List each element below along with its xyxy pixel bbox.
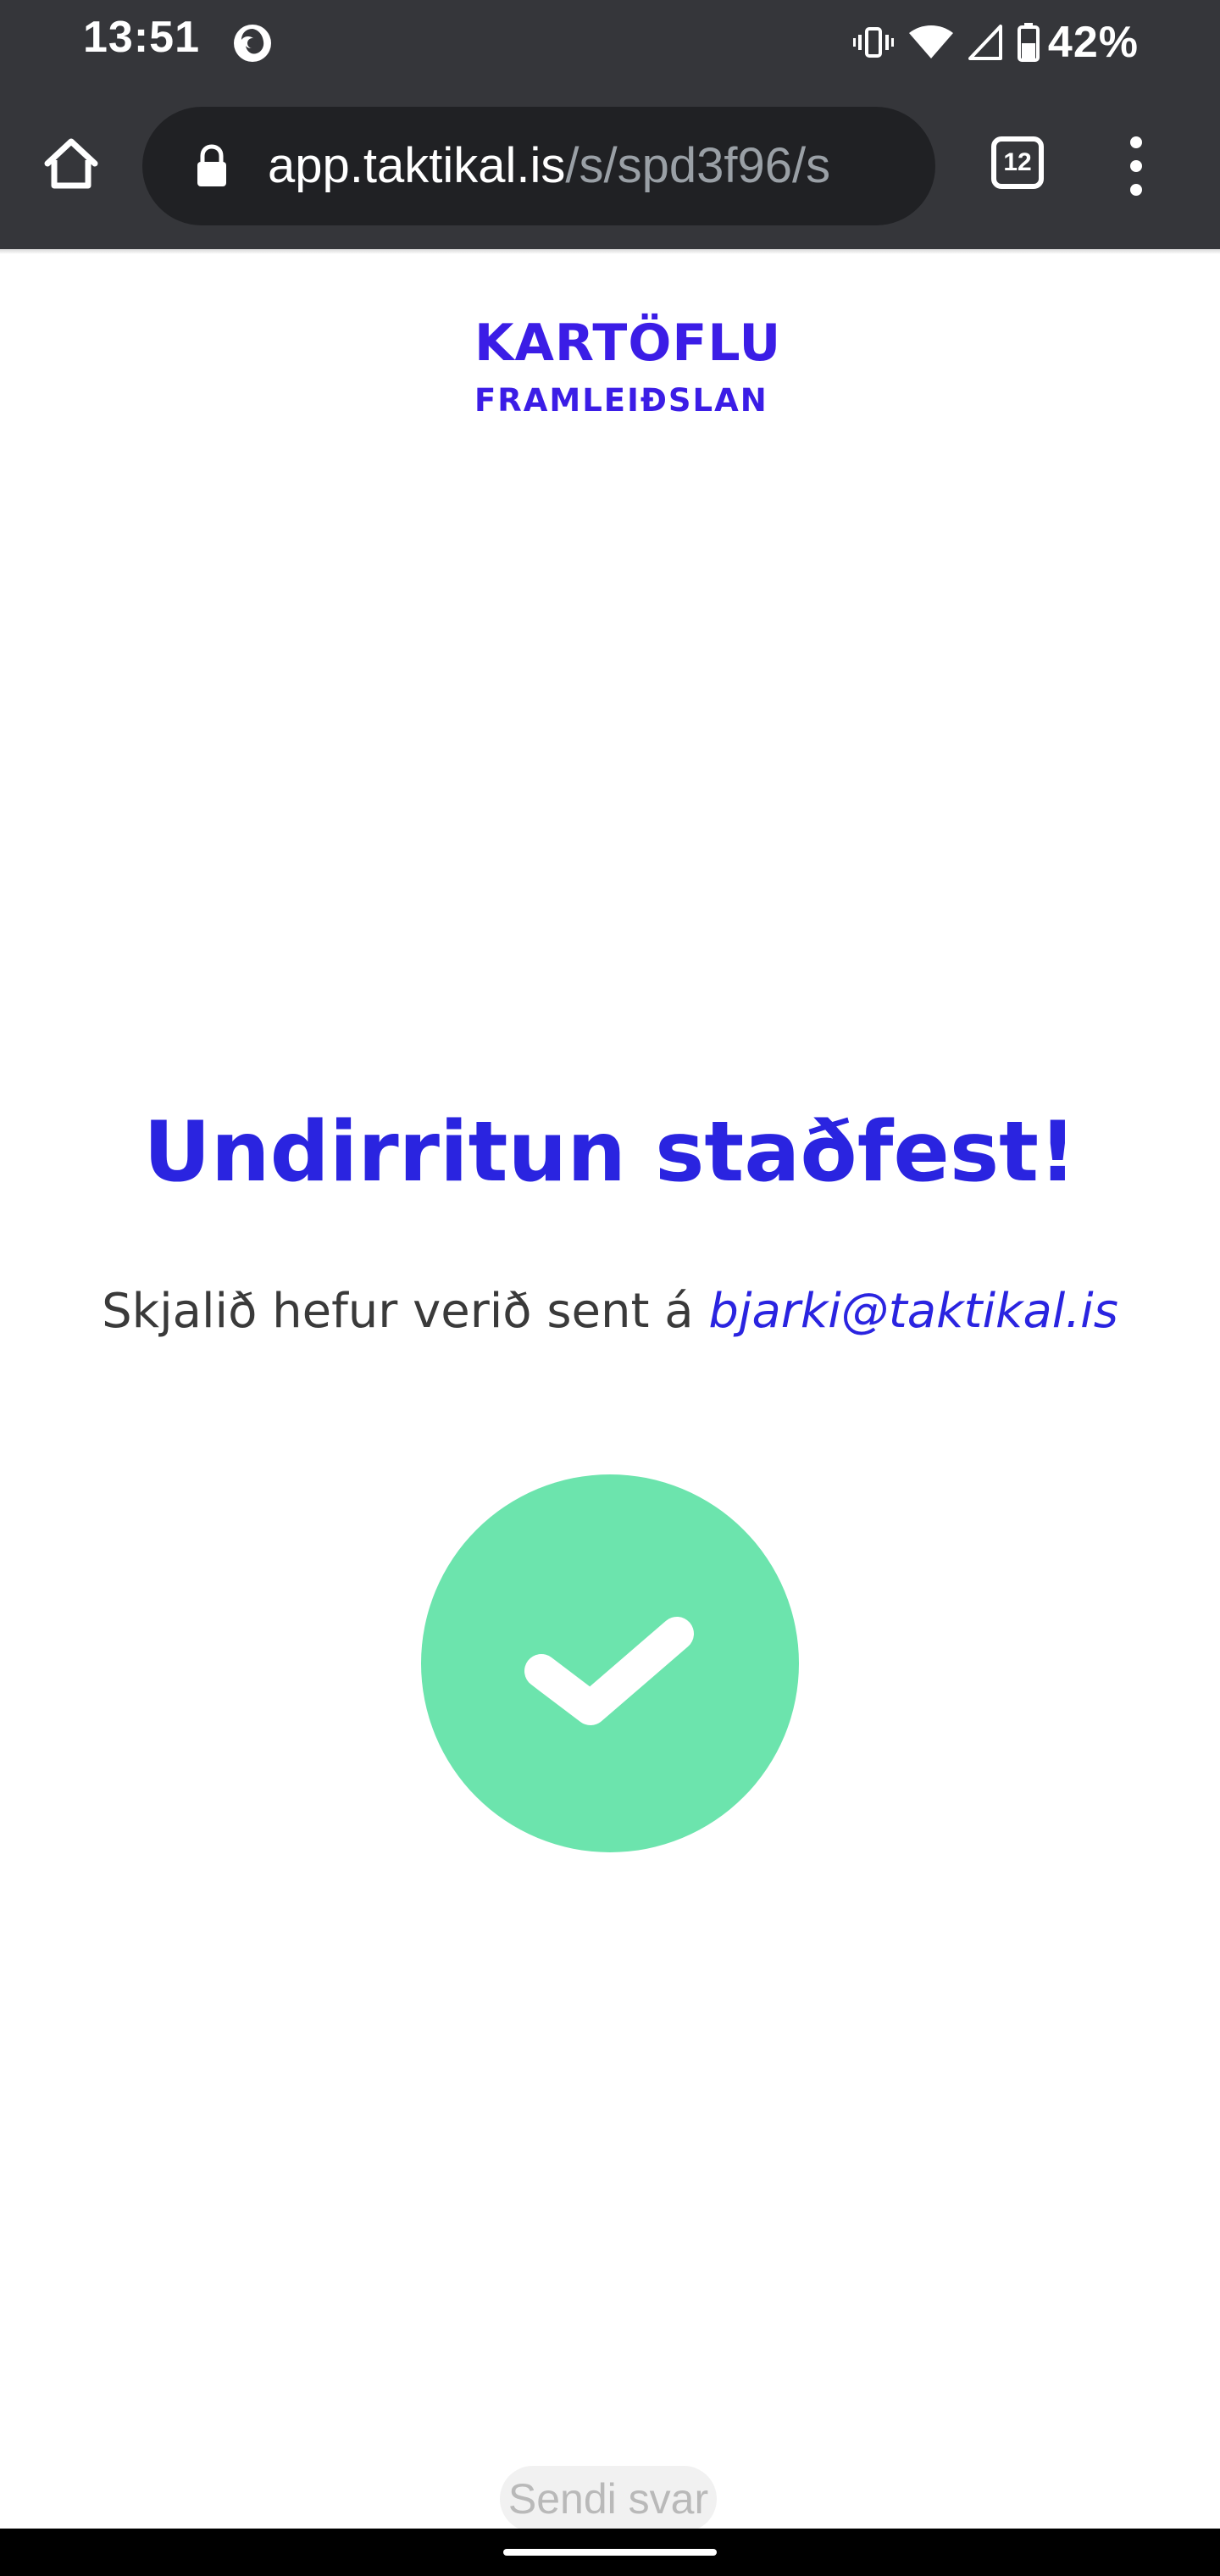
confirmation-title: Undirritun staðfest! — [143, 1104, 1077, 1201]
overflow-menu-icon[interactable] — [1122, 134, 1151, 198]
url-text[interactable]: app.taktikal.is/s/spd3f96/s — [268, 107, 907, 225]
logo-line-1: KARTÖFLU — [474, 314, 782, 373]
url-path: /s/spd3f96/s — [565, 138, 831, 193]
brand-logo: KARTÖFLU FRAMLEIÐSLAN — [474, 314, 782, 432]
recipient-email-link[interactable]: bjarki@taktikal.is — [708, 1284, 1118, 1339]
toolbar-divider — [0, 249, 1220, 254]
home-gesture-handle[interactable] — [503, 2549, 717, 2556]
wifi-icon — [908, 25, 953, 58]
url-domain: app.taktikal.is — [268, 138, 566, 193]
checkmark-icon — [524, 1617, 694, 1725]
status-time: 13:51 — [83, 13, 200, 62]
status-bar: 13:51 42% — [0, 0, 1220, 85]
send-reply-button[interactable]: Sendi svar — [500, 2466, 717, 2532]
vibrate-icon — [852, 27, 894, 58]
system-nav-bar — [0, 2529, 1220, 2576]
success-badge — [421, 1474, 799, 1852]
confirmation-message: Skjalið hefur verið sent á bjarki@taktik… — [0, 1278, 1220, 1346]
battery-icon — [1017, 23, 1040, 62]
firefox-icon — [234, 25, 271, 62]
home-icon[interactable] — [41, 133, 102, 194]
tab-switcher-button[interactable]: 12 — [991, 136, 1044, 189]
logo-line-2: FRAMLEIÐSLAN — [474, 382, 768, 419]
address-bar[interactable]: app.taktikal.is/s/spd3f96/s — [142, 107, 935, 225]
cell-signal-icon — [968, 25, 1002, 60]
confirmation-message-text: Skjalið hefur verið sent á — [102, 1284, 694, 1339]
browser-toolbar: app.taktikal.is/s/spd3f96/s 12 — [0, 85, 1220, 249]
status-icons: 42% — [838, 10, 1139, 75]
lock-icon[interactable] — [195, 144, 229, 188]
battery-percent: 42% — [1047, 18, 1139, 67]
